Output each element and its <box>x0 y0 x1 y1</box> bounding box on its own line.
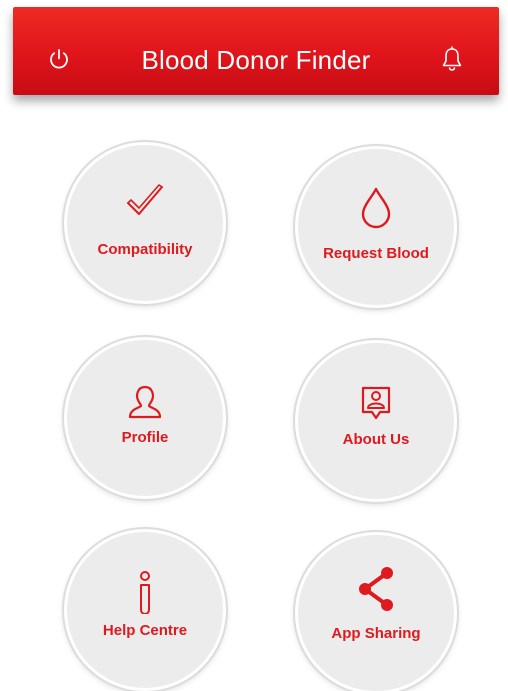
share-icon <box>356 565 396 613</box>
help-centre-label: Help Centre <box>102 622 188 639</box>
info-icon <box>135 570 155 614</box>
about-us-label: About Us <box>342 431 410 448</box>
profile-label: Profile <box>121 429 169 446</box>
app-sharing-label: App Sharing <box>331 625 421 642</box>
checkmark-icon <box>125 183 165 219</box>
person-icon <box>127 384 163 420</box>
help-centre-button[interactable]: Help Centre <box>67 532 223 688</box>
compatibility-label: Compatibility <box>97 241 193 258</box>
bell-icon <box>441 45 463 77</box>
notifications-button[interactable] <box>438 45 466 77</box>
compatibility-button[interactable]: Compatibility <box>67 145 223 301</box>
about-us-button[interactable]: About Us <box>298 343 454 499</box>
request-blood-label: Request Blood <box>323 245 429 262</box>
app-sharing-button[interactable]: App Sharing <box>298 535 454 691</box>
id-badge-icon <box>360 385 392 421</box>
profile-button[interactable]: Profile <box>67 340 223 496</box>
blood-drop-icon <box>359 187 393 229</box>
request-blood-button[interactable]: Request Blood <box>298 149 454 305</box>
app-title: Blood Donor Finder <box>141 45 371 75</box>
app-bar: Blood Donor Finder <box>13 7 499 95</box>
